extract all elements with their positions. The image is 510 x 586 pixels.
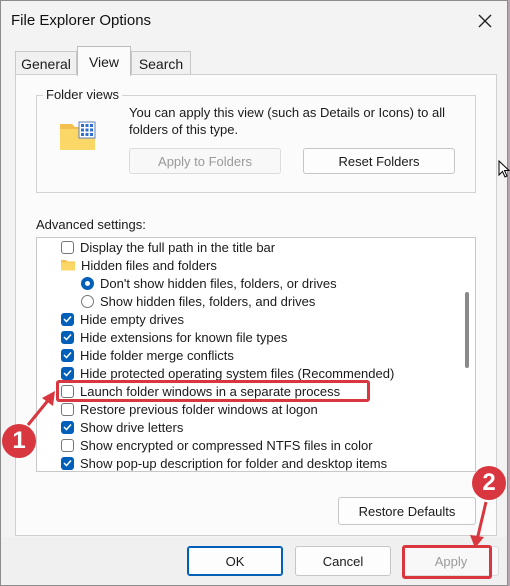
arrow-1-icon <box>26 397 52 426</box>
tab-view[interactable]: View <box>77 46 131 76</box>
annotation-arrows <box>26 391 488 548</box>
annotation-marker-2: 2 <box>472 466 506 500</box>
annotation-marker-1: 1 <box>2 424 36 458</box>
arrow-2-icon <box>475 501 488 541</box>
mouse-cursor-icon <box>498 160 510 178</box>
arrow-2-head-icon <box>470 535 484 548</box>
